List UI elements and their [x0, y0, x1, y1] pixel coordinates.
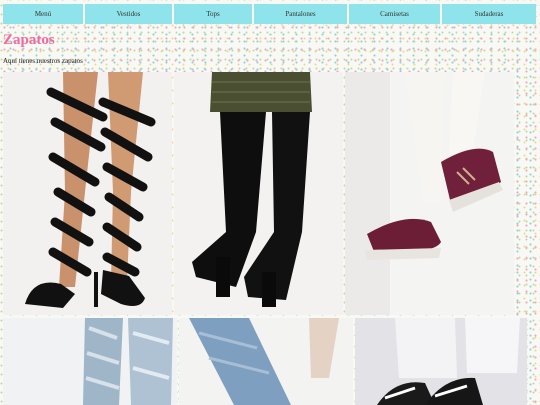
nav-item-camisetas[interactable]: Camisetas	[349, 4, 442, 24]
page-title: Zapatos	[3, 32, 55, 48]
nav-item-menu[interactable]: Menú	[3, 4, 85, 24]
page-subtitle: Aquí tienes nuestros zapatos	[3, 57, 83, 65]
product-image-burgundy-sneakers[interactable]	[345, 72, 514, 315]
product-image-metallic-boots[interactable]	[3, 318, 177, 405]
nav-item-vestidos[interactable]: Vestidos	[85, 4, 174, 24]
top-navigation: Menú Vestidos Tops Pantalones Camisetas …	[3, 4, 536, 24]
nav-item-tops[interactable]: Tops	[174, 4, 254, 24]
nav-item-sudaderas[interactable]: Sudaderas	[442, 4, 536, 24]
product-image-over-knee-boots[interactable]	[174, 72, 343, 315]
product-image-jeans-shoes[interactable]	[179, 318, 353, 405]
nav-item-pantalones[interactable]: Pantalones	[254, 4, 349, 24]
product-image-white-sneakers[interactable]	[355, 318, 527, 405]
product-image-lace-up-sandals[interactable]	[3, 72, 172, 315]
